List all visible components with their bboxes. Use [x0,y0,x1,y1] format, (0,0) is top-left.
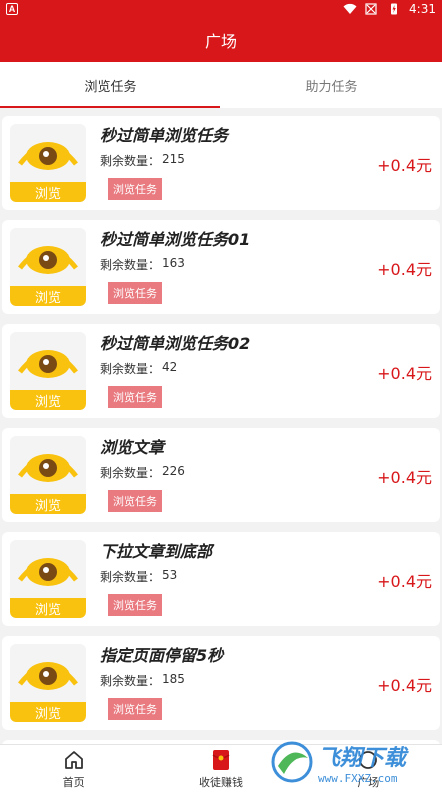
browse-task-button[interactable]: 浏览任务 [108,698,162,720]
watermark-logo-icon [271,741,313,783]
task-reward: +0.4元 [377,364,432,383]
eye-icon [18,662,78,690]
task-thumbnail: 浏览 [10,644,86,722]
red-envelope-icon [212,750,230,770]
thumbnail-label: 浏览 [10,702,86,722]
tab-bar: 浏览任务 助力任务 [0,62,442,108]
task-remaining: 剩余数量： 226 [100,464,185,481]
watermark-url: www.FXXZ.com [318,771,398,785]
task-title: 指定页面停留5秒 [100,646,224,665]
task-remaining: 剩余数量： 42 [100,360,177,377]
task-reward: +0.4元 [377,468,432,487]
eye-icon [18,558,78,586]
task-remaining: 剩余数量： 185 [100,672,185,689]
eye-icon [18,454,78,482]
remaining-count: 53 [162,568,178,582]
task-list[interactable]: 浏览 秒过简单浏览任务 剩余数量： 215 浏览任务 +0.4元 浏览 秒过简单… [0,114,442,750]
task-reward: +0.4元 [377,572,432,591]
task-thumbnail: 浏览 [10,124,86,202]
remaining-label: 剩余数量： [100,362,161,376]
thumbnail-label: 浏览 [10,182,86,202]
page-title: 广场 [204,32,237,51]
nav-home-label: 首页 [62,776,85,789]
task-title: 秒过简单浏览任务01 [100,230,251,249]
task-title: 浏览文章 [100,438,165,457]
thumbnail-label: 浏览 [10,390,86,410]
remaining-count: 226 [162,464,185,478]
task-card[interactable]: 浏览 秒过简单浏览任务02 剩余数量： 42 浏览任务 +0.4元 [2,324,440,418]
remaining-label: 剩余数量： [100,466,161,480]
remaining-count: 42 [162,360,178,374]
task-reward: +0.4元 [377,260,432,279]
signal-off-icon [365,3,377,15]
task-remaining: 剩余数量： 53 [100,568,177,585]
task-card[interactable]: 浏览 下拉文章到底部 剩余数量： 53 浏览任务 +0.4元 [2,532,440,626]
battery-icon [391,3,398,15]
thumbnail-label: 浏览 [10,286,86,306]
remaining-count: 185 [162,672,185,686]
task-card[interactable]: 浏览 秒过简单浏览任务 剩余数量： 215 浏览任务 +0.4元 [2,116,440,210]
task-reward: +0.4元 [377,676,432,695]
browse-task-button[interactable]: 浏览任务 [108,386,162,408]
thumbnail-label: 浏览 [10,494,86,514]
wifi-icon [343,3,357,15]
task-title: 秒过简单浏览任务 [100,126,229,145]
tab-browse-tasks[interactable]: 浏览任务 [0,62,221,108]
task-card[interactable]: 浏览 秒过简单浏览任务01 剩余数量： 163 浏览任务 +0.4元 [2,220,440,314]
task-card[interactable]: 浏览 浏览文章 剩余数量： 226 浏览任务 +0.4元 [2,428,440,522]
remaining-label: 剩余数量： [100,154,161,168]
browse-task-button[interactable]: 浏览任务 [108,282,162,304]
remaining-count: 163 [162,256,185,270]
watermark-title: 飞翔下载 [318,745,407,771]
task-remaining: 剩余数量： 215 [100,152,185,169]
eye-icon [18,246,78,274]
task-thumbnail: 浏览 [10,436,86,514]
browse-task-button[interactable]: 浏览任务 [108,594,162,616]
remaining-label: 剩余数量： [100,674,161,688]
task-remaining: 剩余数量： 163 [100,256,185,273]
task-thumbnail: 浏览 [10,332,86,410]
clock: 4:31 [409,2,436,16]
eye-icon [18,350,78,378]
eye-icon [18,142,78,170]
task-title: 下拉文章到底部 [100,542,213,561]
nav-home[interactable]: 首页 [0,745,147,794]
browse-task-button[interactable]: 浏览任务 [108,178,162,200]
task-thumbnail: 浏览 [10,540,86,618]
tab-assist-tasks[interactable]: 助力任务 [221,62,442,108]
remaining-label: 剩余数量： [100,570,161,584]
task-card[interactable]: 浏览 指定页面停留5秒 剩余数量： 185 浏览任务 +0.4元 [2,636,440,730]
task-thumbnail: 浏览 [10,228,86,306]
home-icon [64,751,83,769]
status-bar: A 4:31 [0,0,442,18]
thumbnail-label: 浏览 [10,598,86,618]
browse-task-button[interactable]: 浏览任务 [108,490,162,512]
remaining-label: 剩余数量： [100,258,161,272]
page-header: 广场 [0,18,442,62]
watermark: 飞翔下载 www.FXXZ.com [270,732,436,792]
task-title: 秒过简单浏览任务02 [100,334,251,353]
nav-invite-earn-label: 收徒赚钱 [198,776,243,789]
remaining-count: 215 [162,152,185,166]
app-notification-icon: A [6,3,18,15]
task-reward: +0.4元 [377,156,432,175]
